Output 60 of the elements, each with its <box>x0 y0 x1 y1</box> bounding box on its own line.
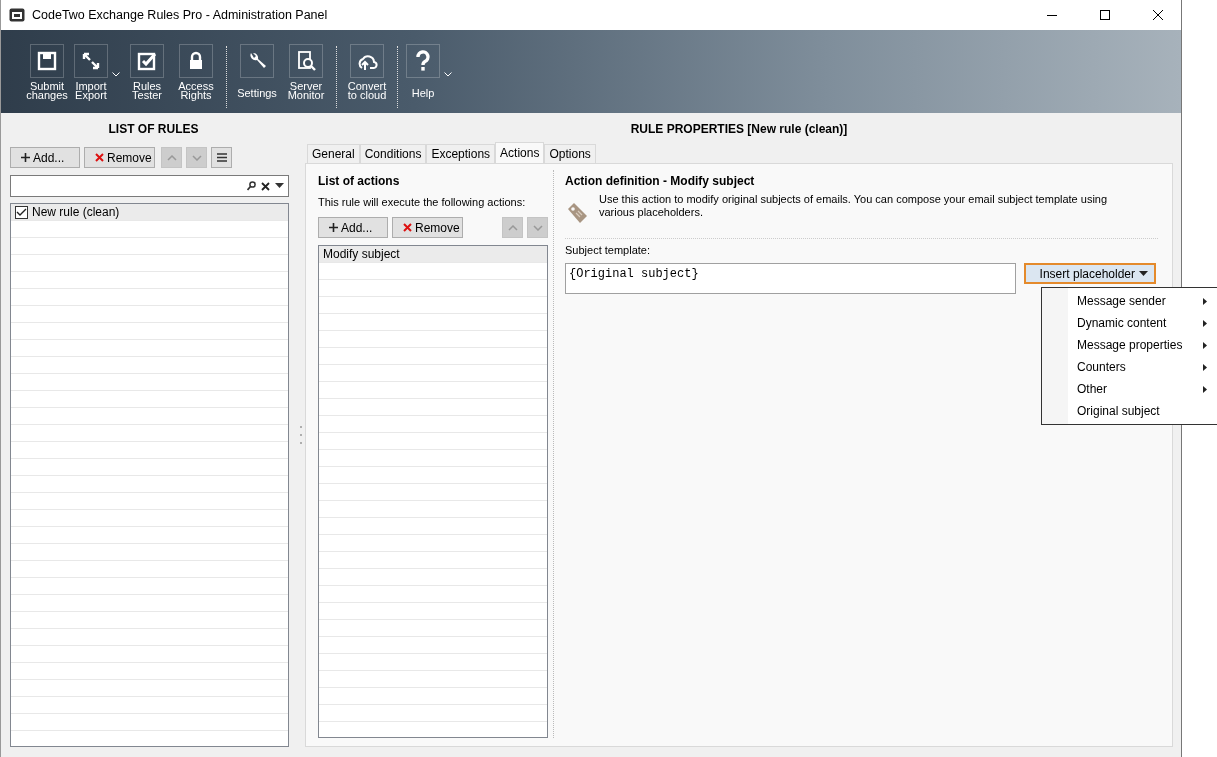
remove-icon <box>95 153 104 162</box>
rule-name: New rule (clean) <box>32 204 120 221</box>
toolbar-button[interactable]: Submit changes <box>25 44 69 100</box>
tab[interactable]: Actions <box>495 142 545 163</box>
remove-button[interactable]: Remove <box>84 147 155 168</box>
action-item[interactable]: Modify subject <box>319 246 547 263</box>
toolbar-button[interactable]: Rules Tester <box>125 44 169 100</box>
maximize-icon <box>1100 10 1110 20</box>
toolbar-button[interactable]: Access Rights <box>174 44 218 100</box>
checkbox-icon <box>136 50 158 72</box>
plus-icon <box>21 153 30 162</box>
chevron-up-icon <box>166 154 177 161</box>
template-field[interactable]: {Original subject} <box>565 263 1016 294</box>
menu-item[interactable]: Other <box>1042 378 1217 400</box>
section-title: Action definition - Modify subject <box>565 173 756 190</box>
add-button[interactable]: Add... <box>318 217 388 238</box>
tab[interactable]: Conditions <box>359 144 427 163</box>
add-button[interactable]: Add... <box>10 147 80 168</box>
section-title: List of actions <box>318 173 401 190</box>
remove-icon <box>403 223 412 232</box>
list-menu-button[interactable] <box>211 147 232 168</box>
app-icon <box>9 8 25 22</box>
tab[interactable]: General <box>307 144 360 163</box>
clear-icon <box>261 181 270 191</box>
panel-heading: RULE PROPERTIES [New rule (clean)] <box>629 121 849 138</box>
menu-item[interactable]: Message properties <box>1042 334 1217 356</box>
remove-button[interactable]: Remove <box>392 217 463 238</box>
description-text: This rule will execute the following actions: <box>318 196 527 209</box>
rule-item[interactable]: New rule (clean) <box>11 204 288 221</box>
arrows-icon <box>80 50 102 72</box>
toolbar-button[interactable]: Convert to cloud <box>345 44 389 100</box>
save-icon <box>36 50 58 72</box>
close-icon <box>1153 10 1163 20</box>
tab[interactable]: Exceptions <box>426 144 496 163</box>
panel-heading: LIST OF RULES <box>107 121 200 138</box>
search-icon <box>247 181 256 191</box>
insert-placeholder-button[interactable]: Insert placeholder <box>1023 263 1156 284</box>
tab[interactable]: Options <box>544 144 596 163</box>
menu-icon <box>216 153 227 162</box>
plus-icon <box>329 223 338 232</box>
dropdown-caret-icon <box>1139 271 1148 276</box>
check-icon <box>16 207 27 217</box>
menu-item[interactable]: Message sender <box>1042 290 1217 312</box>
checkbox[interactable] <box>15 205 28 219</box>
chevron-up-icon <box>507 224 518 231</box>
toolbar-button[interactable]: Help <box>406 44 452 99</box>
window-title: CodeTwo Exchange Rules Pro - Administration Panel <box>32 6 328 24</box>
toolbar-button[interactable]: Settings <box>235 44 279 100</box>
chevron-down-icon <box>191 154 202 161</box>
menu-item[interactable]: Dynamic content <box>1042 312 1217 334</box>
field-label: Subject template: <box>565 244 651 257</box>
menu-item[interactable]: Counters <box>1042 356 1217 378</box>
magnifier-icon <box>295 50 317 72</box>
toolbar-button[interactable]: Import Export <box>74 44 120 100</box>
chevron-down-icon <box>532 224 543 231</box>
description-text: Use this action to modify original subjects of emails. You can compose your email subject template using various placeholders. <box>599 193 1109 220</box>
search-field[interactable] <box>10 175 289 197</box>
toolbar-button[interactable]: Server Monitor <box>284 44 328 100</box>
dropdown-caret-icon <box>275 183 284 189</box>
menu-item[interactable]: Original subject <box>1042 400 1217 422</box>
